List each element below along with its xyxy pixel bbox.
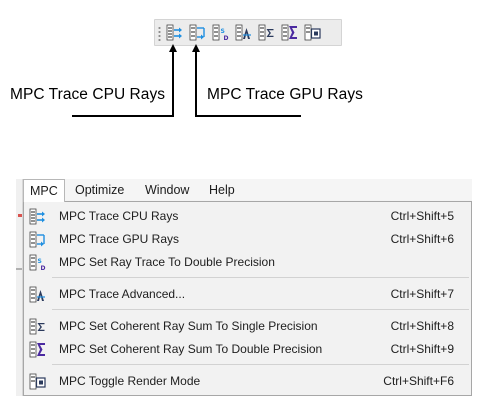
- menu-item-toggle-render-mode[interactable]: MPC Toggle Render Mode Ctrl+Shift+F6: [25, 370, 470, 393]
- cpu-callout-line: [172, 51, 174, 117]
- menubar: MPC Optimize Window Help: [23, 179, 472, 202]
- menubar-item-mpc[interactable]: MPC: [23, 179, 65, 202]
- menu-separator: [52, 309, 469, 310]
- menu-item-trace-advanced[interactable]: MPC Trace Advanced... Ctrl+Shift+7: [25, 283, 470, 306]
- menu-item-label: MPC Set Ray Trace To Double Precision: [59, 255, 275, 269]
- menu-item-shortcut: Ctrl+Shift+5: [390, 209, 454, 223]
- menu-item-shortcut: Ctrl+Shift+8: [390, 319, 454, 333]
- trace-cpu-rays-icon: [29, 208, 46, 225]
- toolbar-toggle-render-mode-button[interactable]: [303, 23, 322, 42]
- trace-advanced-icon: [29, 286, 46, 303]
- svg-text:S: S: [221, 28, 225, 35]
- toggle-render-mode-icon: [29, 373, 46, 390]
- menu-item-shortcut: Ctrl+Shift+7: [390, 287, 454, 301]
- svg-text:D: D: [224, 35, 229, 41]
- sum-double-precision-icon: [29, 341, 46, 358]
- app-window-edge: [16, 179, 23, 396]
- toolbar-trace-advanced-button[interactable]: [234, 23, 253, 42]
- menubar-item-optimize[interactable]: Optimize: [69, 179, 130, 201]
- menu-item-trace-cpu-rays[interactable]: MPC Trace CPU Rays Ctrl+Shift+5: [25, 205, 470, 228]
- toolbar-sum-double-precision-button[interactable]: [280, 23, 299, 42]
- menu-item-label: MPC Trace GPU Rays: [59, 232, 180, 246]
- cpu-callout-label: MPC Trace CPU Rays: [10, 86, 166, 103]
- sum-single-precision-icon: [258, 24, 274, 41]
- menu-item-sum-single-precision[interactable]: MPC Set Coherent Ray Sum To Single Preci…: [25, 315, 470, 338]
- menu-item-label: MPC Set Coherent Ray Sum To Double Preci…: [59, 342, 323, 356]
- gpu-callout-line: [195, 51, 197, 117]
- toolbar-trace-cpu-rays-button[interactable]: [165, 23, 184, 42]
- toolbar-grip[interactable]: [158, 26, 161, 41]
- trace-advanced-icon: [235, 24, 251, 41]
- trace-gpu-rays-icon: [29, 231, 46, 248]
- trace-gpu-rays-icon: [189, 24, 205, 41]
- sum-single-precision-icon: [29, 318, 46, 335]
- menu-item-label: MPC Trace Advanced...: [59, 287, 186, 301]
- menu-item-sum-double-precision[interactable]: MPC Set Coherent Ray Sum To Double Preci…: [25, 338, 470, 361]
- mpc-menu-screenshot: MPC Optimize Window Help MPC Trace CPU R…: [16, 179, 472, 396]
- app-edge-marker: [16, 268, 22, 270]
- sum-double-precision-icon: [281, 24, 297, 41]
- svg-text:D: D: [41, 265, 46, 271]
- menu-item-double-precision[interactable]: S D MPC Set Ray Trace To Double Precisio…: [25, 251, 470, 274]
- menu-separator: [52, 277, 469, 278]
- gpu-callout-label: MPC Trace GPU Rays: [207, 86, 363, 103]
- cpu-callout-underline: [72, 115, 174, 117]
- toolbar-double-precision-button[interactable]: S D: [211, 23, 230, 42]
- svg-text:S: S: [38, 258, 42, 265]
- toggle-render-mode-icon: [304, 24, 321, 41]
- menu-item-label: MPC Toggle Render Mode: [59, 374, 201, 388]
- menu-separator: [52, 364, 469, 365]
- menubar-item-window[interactable]: Window: [139, 179, 195, 201]
- menubar-item-help[interactable]: Help: [203, 179, 241, 201]
- mpc-dropdown-menu: MPC Trace CPU Rays Ctrl+Shift+5 MPC Trac…: [23, 201, 472, 396]
- double-precision-icon: S D: [29, 254, 46, 271]
- trace-cpu-rays-icon: [166, 24, 182, 41]
- menu-item-trace-gpu-rays[interactable]: MPC Trace GPU Rays Ctrl+Shift+6: [25, 228, 470, 251]
- menu-item-label: MPC Trace CPU Rays: [59, 209, 179, 223]
- toolbar-trace-gpu-rays-button[interactable]: [188, 23, 207, 42]
- double-precision-icon: S D: [212, 24, 229, 41]
- app-edge-marker: [18, 214, 22, 217]
- mpc-toolbar: S D: [154, 19, 342, 46]
- gpu-callout-underline: [195, 115, 301, 117]
- menu-item-label: MPC Set Coherent Ray Sum To Single Preci…: [59, 319, 318, 333]
- toolbar-sum-single-precision-button[interactable]: [257, 23, 276, 42]
- menu-item-shortcut: Ctrl+Shift+9: [390, 342, 454, 356]
- menu-item-shortcut: Ctrl+Shift+F6: [383, 374, 454, 388]
- menu-item-shortcut: Ctrl+Shift+6: [390, 232, 454, 246]
